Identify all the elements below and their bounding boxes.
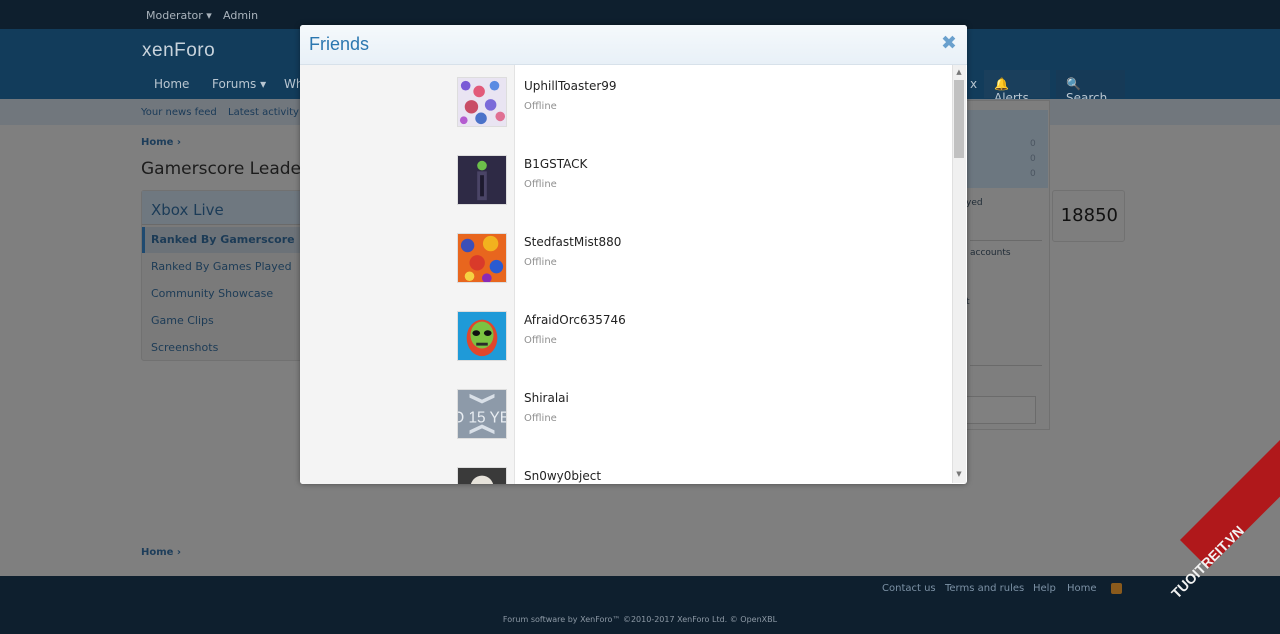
subnav-news-feed[interactable]: Your news feed [141,107,217,118]
moderator-menu[interactable]: Moderator ▾ [146,9,212,22]
footer-help[interactable]: Help [1033,583,1056,594]
copyright: Forum software by XenForo™ ©2010-2017 Xe… [502,615,778,624]
breadcrumb-bottom[interactable]: Home › [141,547,181,558]
modal-header: Friends ✖ [300,25,967,65]
search-icon: 🔍 [1066,77,1081,91]
list-item[interactable]: AfraidOrc635746 Offline [300,299,952,377]
site-logo[interactable]: xenForo [142,40,215,62]
stat-value: 0 [1030,154,1036,164]
list-item[interactable]: B1GSTACK Offline [300,143,952,221]
friend-name[interactable]: B1GSTACK [524,157,587,171]
sidebar-header: Xbox Live [142,191,310,225]
rss-icon[interactable] [1111,583,1122,594]
nav-home[interactable]: Home [154,77,189,91]
modal-title: Friends [309,34,370,54]
list-item[interactable]: StedfastMist880 Offline [300,221,952,299]
stat-value: 0 [1030,169,1036,179]
close-icon[interactable]: ✖ [941,34,957,53]
avatar[interactable] [457,311,507,361]
list-item[interactable]: Sn0wy0bject [300,455,952,484]
sidebar-item-ranked-games-played[interactable]: Ranked By Games Played [142,254,310,280]
stat-value: 0 [1030,139,1036,149]
page-title: Gamerscore Leade [141,159,301,179]
footer-terms[interactable]: Terms and rules [945,583,1024,594]
friend-name[interactable]: Sn0wy0bject [524,469,601,483]
friends-list: UphillToaster99 Offline B1GSTACK Offline… [300,65,952,484]
list-item[interactable]: HALO 15 YEARS Shiralai Offline [300,377,952,455]
bell-icon: 🔔 [994,77,1009,91]
friend-status: Offline [524,257,557,268]
sidebar-item-screenshots[interactable]: Screenshots [142,335,310,361]
divider [970,240,1042,241]
friend-status: Offline [524,413,557,424]
friend-name[interactable]: AfraidOrc635746 [524,313,626,327]
footer-contact[interactable]: Contact us [882,583,936,594]
sidebar-item-ranked-gamerscore[interactable]: Ranked By Gamerscore [142,227,310,253]
sidebar-item-game-clips[interactable]: Game Clips [142,308,310,334]
friend-name[interactable]: UphillToaster99 [524,79,617,93]
nav-alerts[interactable]: 🔔 Alerts [984,70,1050,105]
avatar[interactable] [457,233,507,283]
scrollbar-thumb[interactable] [954,80,964,158]
panel-input[interactable] [966,396,1036,424]
friends-modal: Friends ✖ UphillToaster99 Offline B1GSTA… [300,25,967,484]
panel-text: accounts [970,248,1011,258]
friend-name[interactable]: Shiralai [524,391,569,405]
avatar[interactable]: HALO 15 YEARS [457,389,507,439]
gamerscore-value: 18850 [1060,205,1118,226]
panel-text: yed [966,198,983,208]
svg-text:HALO 15 YEARS: HALO 15 YEARS [457,410,507,427]
friend-status: Offline [524,335,557,346]
divider [970,365,1042,366]
sidebar-item-community-showcase[interactable]: Community Showcase [142,281,310,307]
list-item[interactable]: UphillToaster99 Offline [300,65,952,143]
footer-home[interactable]: Home [1067,583,1097,594]
friend-status: Offline [524,101,557,112]
admin-link[interactable]: Admin [223,9,258,22]
avatar[interactable] [457,77,507,127]
subnav-latest-activity[interactable]: Latest activity [228,107,299,118]
sidebar: Xbox Live Ranked By Gamerscore Ranked By… [141,190,311,361]
nav-search[interactable]: 🔍 Search [1056,70,1125,105]
avatar[interactable] [457,467,507,484]
avatar[interactable] [457,155,507,205]
gamerscore-box: 18850 [1052,190,1125,242]
breadcrumb[interactable]: Home › [141,137,181,148]
nav-xbox[interactable]: x [970,77,977,91]
friend-name[interactable]: StedfastMist880 [524,235,621,249]
friend-status: Offline [524,179,557,190]
scroll-up-icon[interactable]: ▲ [954,68,964,76]
sidebar-title: Xbox Live [151,201,224,219]
scroll-down-icon[interactable]: ▼ [954,470,964,478]
nav-forums[interactable]: Forums ▾ [212,77,266,91]
